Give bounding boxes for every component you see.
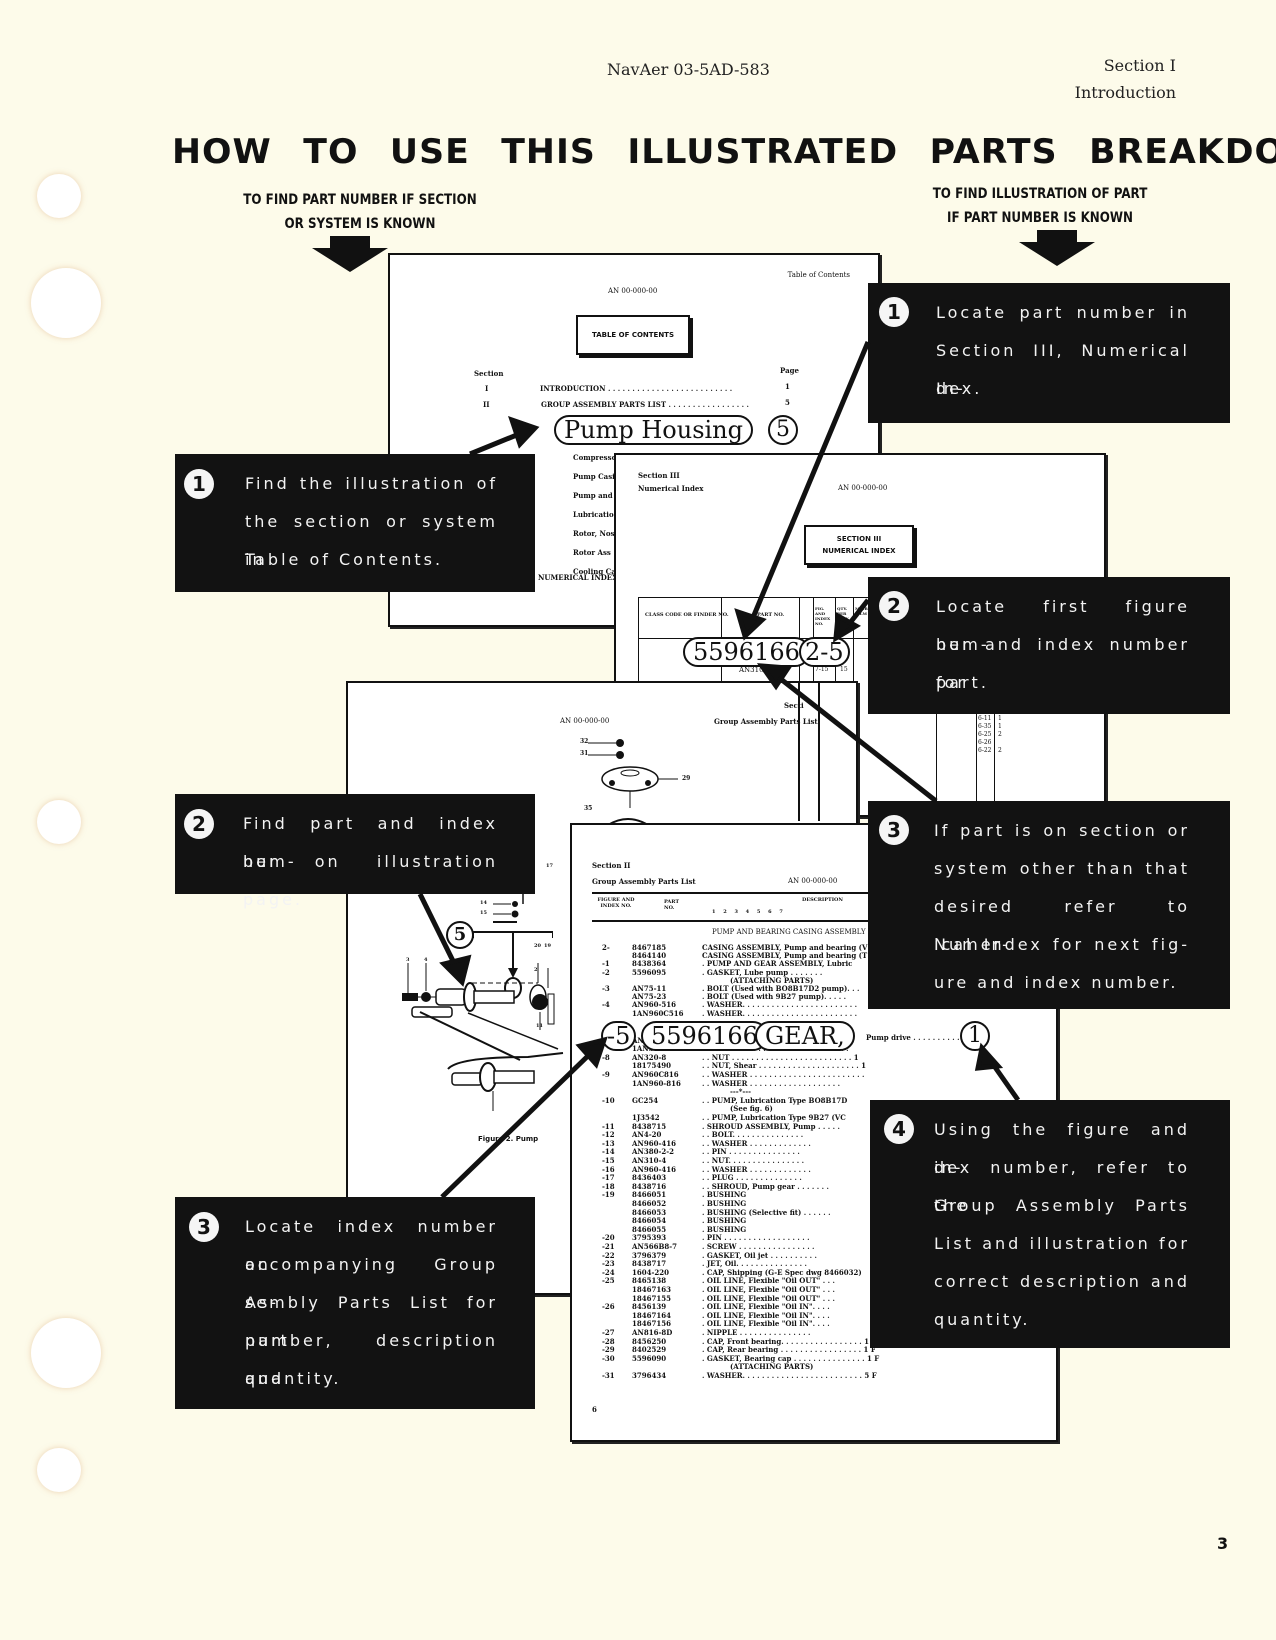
arrow-right1-to-numidx (749, 341, 871, 621)
arrowhead-icon (974, 1042, 1004, 1071)
arrow-left2-to-illus (417, 892, 458, 967)
illus-to-assembly-line (419, 1011, 521, 1061)
arrowhead-icon (439, 954, 472, 987)
arrow-left3-to-parts (440, 1050, 594, 1199)
pointer-arrows (417, 341, 1021, 1199)
arrow-right3-to-numidx (780, 678, 938, 803)
arrowhead-icon (508, 415, 540, 449)
page-number: 3 (1217, 1534, 1229, 1553)
arrowhead-icon (734, 608, 767, 641)
